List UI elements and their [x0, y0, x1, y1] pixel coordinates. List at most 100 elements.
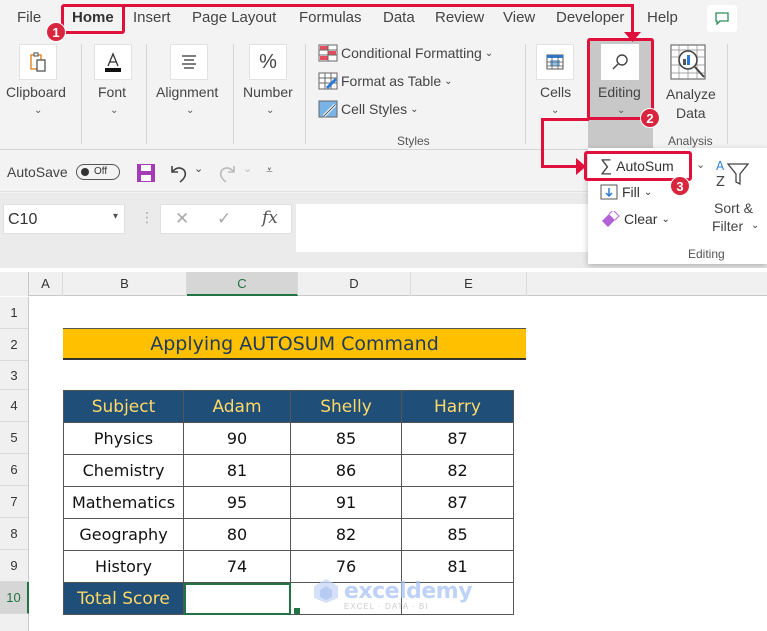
subject-cell[interactable]: Mathematics — [63, 486, 184, 519]
menu-developer[interactable]: Developer — [556, 9, 624, 26]
cells-button[interactable] — [536, 44, 574, 80]
menu-insert[interactable]: Insert — [133, 9, 171, 26]
styles-group-label: Styles — [397, 134, 430, 148]
menu-review[interactable]: Review — [435, 9, 484, 26]
clipboard-label[interactable]: Clipboard — [6, 84, 66, 100]
chevron-down-icon[interactable]: ⌄ — [110, 105, 118, 116]
sort-filter-button[interactable]: AZ — [714, 158, 750, 193]
row-header-5[interactable]: 5 — [0, 422, 29, 454]
header-cell[interactable]: Shelly — [290, 390, 402, 423]
menu-page-layout[interactable]: Page Layout — [192, 9, 276, 26]
table-row: Physics 90 85 87 — [63, 422, 514, 455]
cells-label[interactable]: Cells — [540, 84, 571, 100]
menu-view[interactable]: View — [503, 9, 535, 26]
font-label[interactable]: Font — [98, 84, 126, 100]
score-cell[interactable]: 81 — [183, 454, 291, 487]
chevron-down-icon[interactable]: ⌄ — [266, 105, 274, 116]
cancel-icon[interactable]: ✕ — [175, 209, 189, 229]
score-cell[interactable]: 87 — [401, 486, 514, 519]
row-header-3[interactable]: 3 — [0, 361, 29, 390]
total-cell-adam[interactable] — [183, 582, 291, 615]
fill-handle[interactable] — [294, 608, 300, 614]
analyze-data-label-2[interactable]: Data — [676, 105, 706, 121]
score-cell[interactable]: 91 — [290, 486, 402, 519]
conditional-formatting-label: Conditional Formatting — [341, 45, 482, 61]
format-as-table-button[interactable]: Format as Table ⌄ — [318, 72, 453, 90]
sort-filter-label-1[interactable]: Sort & — [714, 200, 753, 216]
save-icon[interactable] — [136, 163, 156, 183]
alignment-label[interactable]: Alignment — [156, 84, 218, 100]
redo-dropdown-icon[interactable]: ⌄ — [243, 162, 252, 175]
drag-handle-icon[interactable]: ⋮ — [140, 209, 154, 226]
cell-styles-button[interactable]: Cell Styles ⌄ — [318, 100, 419, 118]
analyze-data-button[interactable] — [668, 43, 710, 83]
row-header-6[interactable]: 6 — [0, 454, 29, 486]
row-header-9[interactable]: 9 — [0, 550, 29, 582]
menu-formulas[interactable]: Formulas — [299, 9, 362, 26]
alignment-button[interactable] — [170, 44, 208, 80]
menu-data[interactable]: Data — [383, 9, 415, 26]
fill-button[interactable]: Fill ⌄ — [600, 184, 652, 200]
row-header-1[interactable]: 1 — [0, 297, 29, 329]
row-header-8[interactable]: 8 — [0, 518, 29, 550]
comments-button[interactable] — [707, 5, 737, 32]
score-cell[interactable]: 85 — [401, 518, 514, 551]
total-label-cell[interactable]: Total Score — [63, 582, 184, 615]
clipboard-button[interactable] — [19, 44, 57, 80]
header-cell[interactable]: Adam — [183, 390, 291, 423]
score-cell[interactable]: 80 — [183, 518, 291, 551]
sort-filter-icon: AZ — [716, 159, 750, 190]
score-cell[interactable]: 82 — [290, 518, 402, 551]
score-cell[interactable]: 95 — [183, 486, 291, 519]
column-header-d[interactable]: D — [298, 272, 411, 296]
row-header-10[interactable]: 10 — [0, 582, 29, 614]
score-cell[interactable]: 82 — [401, 454, 514, 487]
header-cell[interactable]: Subject — [63, 390, 184, 423]
menu-help[interactable]: Help — [647, 9, 678, 26]
conditional-formatting-icon — [318, 44, 338, 62]
header-cell[interactable]: Harry — [401, 390, 514, 423]
row-header-2[interactable]: 2 — [0, 329, 29, 361]
number-button[interactable]: % — [249, 44, 287, 80]
insert-function-icon[interactable]: fx — [262, 208, 278, 228]
subject-cell[interactable]: Geography — [63, 518, 184, 551]
name-box-dropdown-icon[interactable]: ▾ — [113, 211, 118, 222]
undo-dropdown-icon[interactable]: ⌄ — [194, 162, 203, 175]
score-cell[interactable]: 85 — [290, 422, 402, 455]
font-button[interactable] — [94, 44, 132, 80]
score-cell[interactable]: 87 — [401, 422, 514, 455]
sort-filter-label-2[interactable]: Filter — [712, 218, 743, 234]
row-header-4[interactable]: 4 — [0, 390, 29, 422]
chevron-down-icon[interactable]: ⌄ — [186, 105, 194, 116]
column-header-c[interactable]: C — [187, 272, 298, 296]
clear-button[interactable]: Clear ⌄ — [600, 211, 670, 227]
analyze-data-label-1[interactable]: Analyze — [666, 86, 716, 102]
column-header-e[interactable]: E — [411, 272, 527, 296]
score-cell[interactable]: 86 — [290, 454, 402, 487]
select-all-button[interactable] — [0, 272, 29, 296]
chevron-down-icon[interactable]: ⌄ — [34, 105, 42, 116]
column-headers: A B C D E — [0, 272, 767, 296]
sheet-title[interactable]: Applying AUTOSUM Command — [63, 328, 526, 360]
autosum-dropdown-icon[interactable]: ⌄ — [696, 158, 705, 171]
subject-cell[interactable]: Chemistry — [63, 454, 184, 487]
row-header-7[interactable]: 7 — [0, 486, 29, 518]
undo-icon[interactable] — [168, 162, 190, 184]
score-cell[interactable]: 74 — [183, 550, 291, 583]
number-label[interactable]: Number — [243, 84, 293, 100]
menu-file[interactable]: File — [17, 9, 41, 26]
conditional-formatting-button[interactable]: Conditional Formatting ⌄ — [318, 44, 493, 62]
column-header-a[interactable]: A — [29, 272, 63, 296]
enter-icon[interactable]: ✓ — [217, 209, 231, 229]
autosave-toggle[interactable]: Off — [76, 164, 120, 180]
svg-text:A: A — [716, 159, 725, 173]
name-box[interactable]: C10 ▾ — [3, 204, 125, 234]
column-header-b[interactable]: B — [63, 272, 187, 296]
chevron-down-icon[interactable]: ⌄ — [551, 105, 559, 116]
redo-icon[interactable] — [216, 162, 238, 184]
customize-qat-icon[interactable]: ⩡ — [266, 163, 273, 178]
score-cell[interactable]: 90 — [183, 422, 291, 455]
subject-cell[interactable]: Physics — [63, 422, 184, 455]
autosave-label: AutoSave — [7, 164, 68, 180]
subject-cell[interactable]: History — [63, 550, 184, 583]
